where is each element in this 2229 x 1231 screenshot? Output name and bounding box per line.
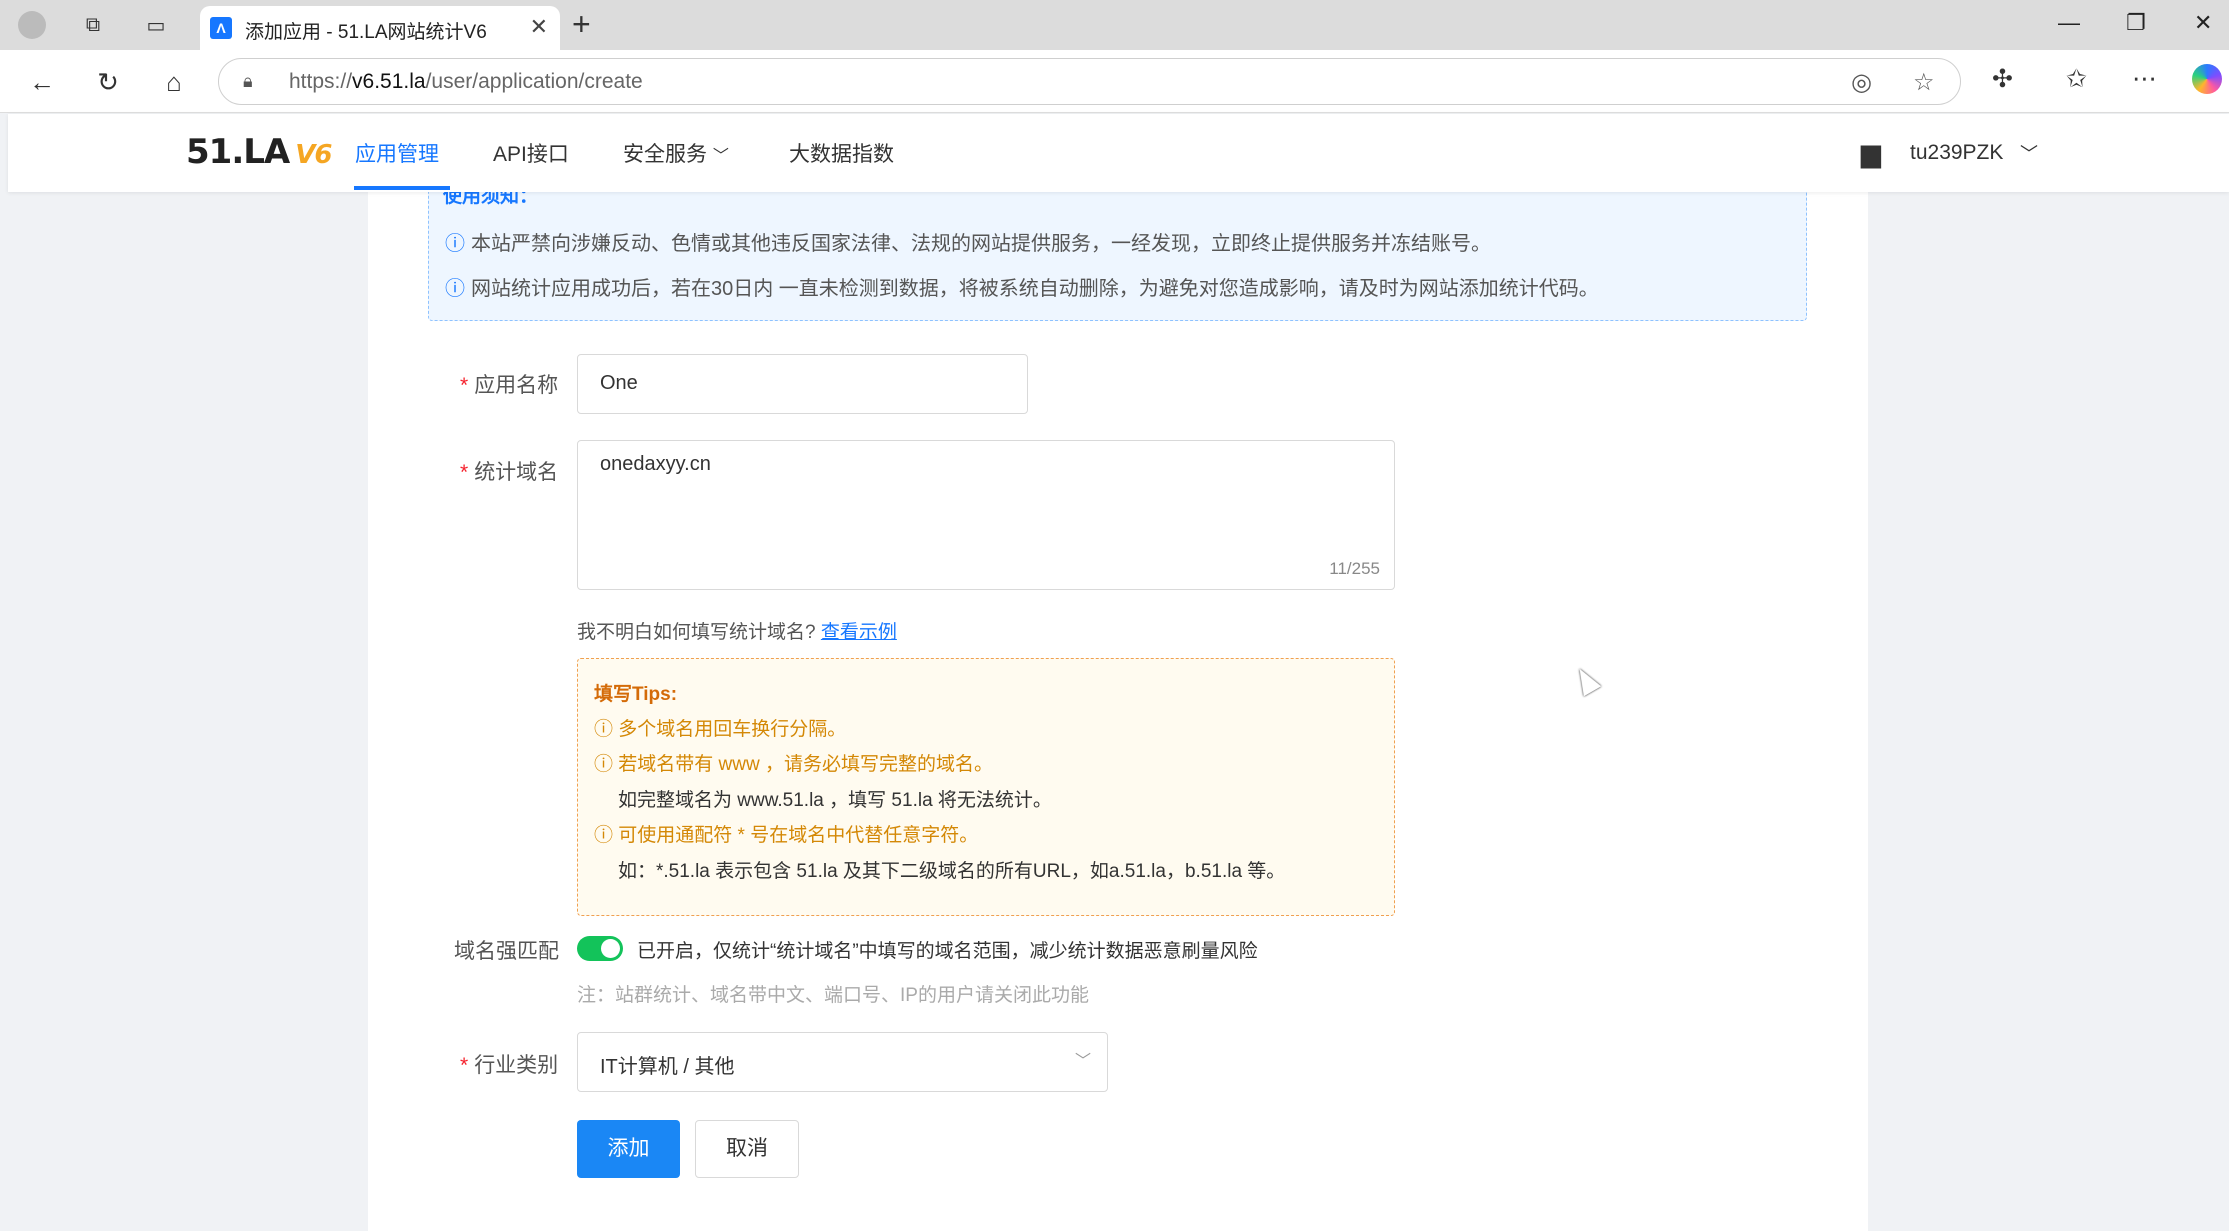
chevron-down-icon: ﹀ — [1074, 1053, 1091, 1070]
close-window-icon[interactable]: ✕ — [2194, 10, 2212, 36]
favorite-star-icon[interactable]: ☆ — [1913, 68, 1935, 97]
warning-icon: ⓘ — [594, 754, 619, 775]
add-button[interactable]: 添加 — [577, 1120, 680, 1178]
warning-icon: ⓘ — [594, 719, 619, 740]
warning-icon: ⓘ — [594, 825, 619, 846]
user-chevron-down-icon[interactable]: ﹀ — [2020, 140, 2038, 166]
tip-line: 如完整域名为 www.51.la ，填写 51.la 将无法统计。 — [618, 790, 1052, 811]
strict-match-note: 注：站群统计、域名带中文、端口号、IP的用户请关闭此功能 — [577, 985, 1089, 1006]
tip-line: ⓘ 多个域名用回车换行分隔。 — [594, 719, 847, 740]
refresh-icon[interactable]: ↻ — [90, 64, 126, 100]
close-tab-icon[interactable]: ✕ — [530, 14, 548, 40]
tips-box: 填写Tips: ⓘ 多个域名用回车换行分隔。 ⓘ 若域名带有 www ，请务必填… — [577, 658, 1395, 916]
address-bar[interactable]: 🔒︎ https://v6.51.la/user/application/cre… — [218, 58, 1961, 105]
browser-tab-bar: ⧉ ▭ Λ 添加应用 - 51.LA网站统计V6 ✕ + — ❐ ✕ — [0, 0, 2229, 50]
back-icon[interactable]: ← — [24, 64, 60, 100]
industry-label: * 行业类别 — [460, 1054, 559, 1077]
notice-line: ⓘ 本站严禁向涉嫌反动、色情或其他违反国家法律、法规的网站提供服务，一经发现，立即… — [445, 233, 1491, 255]
char-counter: 11/255 — [1329, 559, 1380, 578]
tips-title: 填写Tips: — [594, 684, 678, 705]
site-favicon-icon: Λ — [210, 17, 232, 39]
extensions-icon[interactable]: ✣ — [1992, 64, 2013, 94]
strict-match-toggle[interactable] — [577, 936, 623, 961]
site-logo[interactable]: 51.LA V6 — [186, 132, 332, 172]
chevron-down-icon: ﹀ — [712, 148, 729, 165]
usage-notice: 使用须知： ⓘ 本站严禁向涉嫌反动、色情或其他违反国家法律、法规的网站提供服务，一… — [428, 170, 1807, 321]
user-icon: ▆ — [1861, 138, 1881, 168]
new-tab-icon[interactable]: + — [572, 8, 591, 40]
read-aloud-icon[interactable]: ◎ — [1851, 68, 1872, 97]
home-icon[interactable]: ⌂ — [156, 64, 192, 100]
info-icon: ⓘ — [445, 278, 465, 300]
nav-api[interactable]: API接口 — [493, 138, 569, 168]
site-info-icon[interactable]: 🔒︎ — [243, 71, 253, 92]
site-header: 51.LA V6 应用管理 API接口 安全服务 ﹀ 大数据指数 ▆ tu239P… — [8, 114, 2229, 192]
app-name-input[interactable]: One — [577, 354, 1028, 414]
domain-textarea[interactable]: onedaxyy.cn 11/255 — [577, 440, 1395, 590]
restore-icon[interactable]: ❐ — [2126, 10, 2146, 36]
tab-actions-icon[interactable]: ▭ — [140, 9, 172, 41]
nav-big-data[interactable]: 大数据指数 — [789, 138, 894, 168]
info-icon: ⓘ — [445, 233, 465, 255]
domain-label: * 统计域名 — [460, 461, 559, 484]
tip-line: ⓘ 若域名带有 www ，请务必填写完整的域名。 — [594, 754, 994, 775]
copilot-icon[interactable] — [2192, 64, 2222, 94]
notice-line: ⓘ 网站统计应用成功后，若在30日内 一直未检测到数据，将被系统自动删除，为避免对… — [445, 278, 1599, 300]
industry-select[interactable]: IT计算机 / 其他 ﹀ — [577, 1032, 1108, 1092]
browser-tab-title: 添加应用 - 51.LA网站统计V6 — [245, 22, 487, 43]
minimize-icon[interactable]: — — [2058, 10, 2080, 36]
strict-match-text: 已开启，仅统计“统计域名”中填写的域名范围，减少统计数据恶意刷量风险 — [637, 941, 1258, 962]
strict-match-label: 域名强匹配 — [454, 940, 559, 963]
username[interactable]: tu239PZK — [1910, 141, 2003, 165]
app-name-label: * 应用名称 — [460, 374, 559, 397]
url-text[interactable]: https://v6.51.la/user/application/create — [289, 70, 643, 94]
favorites-icon[interactable]: ✩ — [2066, 64, 2087, 94]
browser-toolbar: ← ↻ ⌂ 🔒︎ https://v6.51.la/user/applicati… — [0, 50, 2229, 113]
browser-tab-active[interactable]: Λ 添加应用 - 51.LA网站统计V6 ✕ — [200, 6, 560, 50]
workspaces-icon[interactable]: ⧉ — [77, 9, 109, 41]
nav-security[interactable]: 安全服务 ﹀ — [623, 138, 729, 168]
tip-line: 如：*.51.la 表示包含 51.la 及其下二级域名的所有URL，如a.51… — [618, 861, 1286, 882]
cancel-button[interactable]: 取消 — [695, 1120, 799, 1178]
toggle-knob — [601, 939, 620, 958]
nav-app-management[interactable]: 应用管理 — [355, 138, 439, 168]
domain-help: 我不明白如何填写统计域名? 查看示例 — [577, 622, 897, 643]
profile-avatar-icon[interactable] — [16, 9, 48, 41]
view-example-link[interactable]: 查看示例 — [821, 622, 897, 643]
tip-line: ⓘ 可使用通配符 * 号在域名中代替任意字符。 — [594, 825, 979, 846]
more-menu-icon[interactable]: ⋯ — [2132, 64, 2157, 94]
nav-active-indicator — [354, 186, 450, 190]
